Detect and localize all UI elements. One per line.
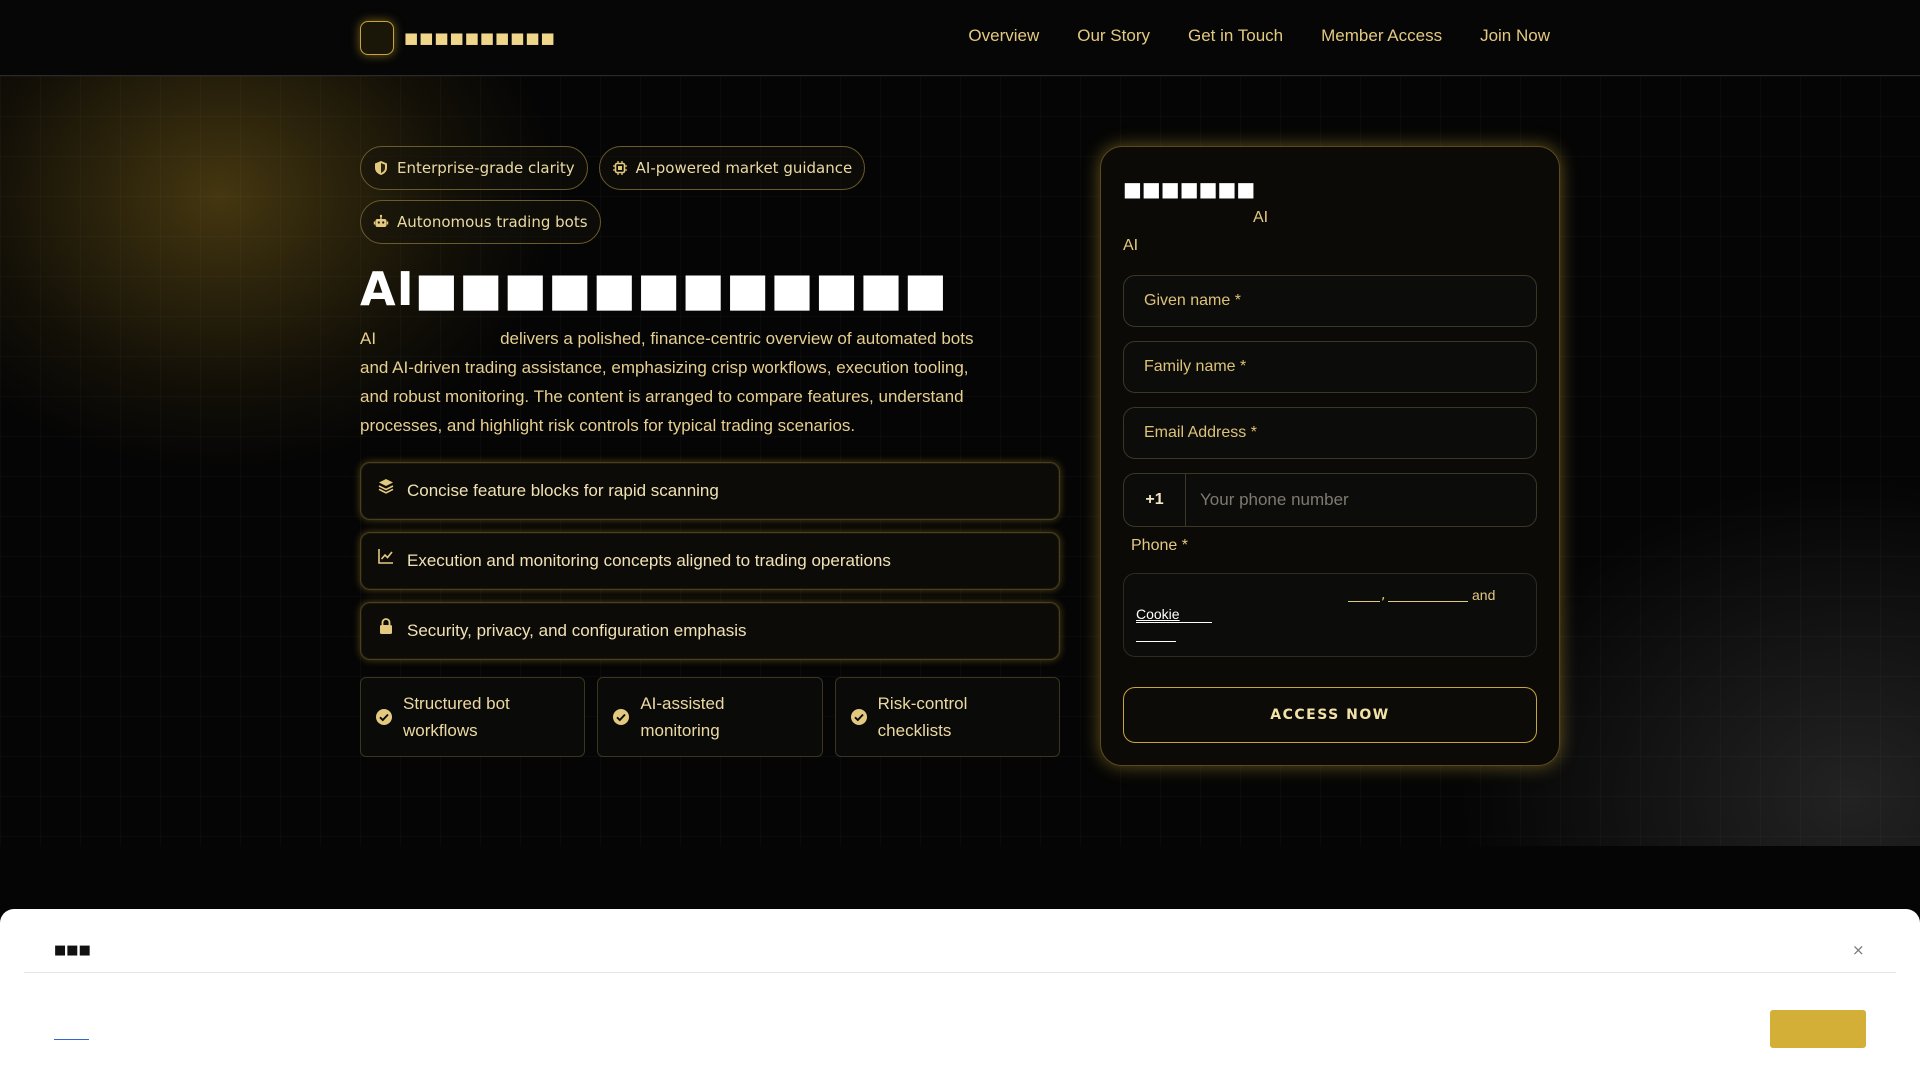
lock-icon bbox=[380, 618, 392, 634]
nav-link-member-access[interactable]: Member Access bbox=[1321, 26, 1442, 46]
card-text: AI-assisted monitoring bbox=[640, 694, 725, 740]
consent-link-cookie[interactable]: Cookie bbox=[1136, 606, 1212, 623]
cookie-divider bbox=[24, 972, 1896, 973]
highlight-card: Risk-control checklists bbox=[834, 677, 1060, 757]
feature-text: Execution and monitoring concepts aligne… bbox=[407, 551, 891, 570]
top-navbar: ■■■■■■■■■■ Overview Our Story Get in Tou… bbox=[0, 0, 1920, 76]
nav-links: Overview Our Story Get in Touch Member A… bbox=[968, 26, 1550, 46]
country-code-selector[interactable]: +1 bbox=[1124, 474, 1186, 526]
consent-link-terms[interactable] bbox=[1348, 601, 1380, 602]
check-circle-icon bbox=[613, 709, 630, 725]
consent-link-policy[interactable] bbox=[1136, 641, 1176, 642]
brand[interactable]: ■■■■■■■■■■ bbox=[360, 21, 556, 55]
signup-panel: ■■■■■■■ AI AI +1 Phone * , and Cookie AC… bbox=[1100, 146, 1560, 766]
highlight-cards: Structured bot workflows AI-assisted mon… bbox=[360, 677, 1060, 757]
given-name-field[interactable] bbox=[1123, 275, 1537, 327]
feature-item: Concise feature blocks for rapid scannin… bbox=[360, 462, 1060, 520]
nav-link-join-now[interactable]: Join Now bbox=[1480, 26, 1550, 46]
line-chart-icon bbox=[378, 549, 393, 564]
feature-text: Security, privacy, and configuration emp… bbox=[407, 621, 747, 640]
intro-prefix: AI bbox=[360, 329, 377, 348]
highlight-card: Structured bot workflows bbox=[360, 677, 586, 757]
family-name-field[interactable] bbox=[1123, 341, 1537, 393]
phone-input[interactable] bbox=[1186, 474, 1536, 526]
check-circle-icon bbox=[850, 709, 867, 725]
cookie-banner: ■■■ × bbox=[0, 909, 1920, 1080]
brand-name: ■■■■■■■■■■ bbox=[404, 29, 556, 47]
brand-logo bbox=[360, 21, 394, 55]
cookie-accept-button[interactable] bbox=[1770, 1010, 1866, 1048]
shield-icon bbox=[375, 161, 387, 175]
card-text: Risk-control checklists bbox=[877, 694, 968, 740]
consent-link-privacy[interactable] bbox=[1388, 601, 1468, 602]
consent-and: and bbox=[1472, 587, 1496, 603]
feature-list: Concise feature blocks for rapid scannin… bbox=[360, 462, 1060, 660]
access-now-button[interactable]: ACCESS NOW bbox=[1123, 687, 1537, 743]
feature-text: Concise feature blocks for rapid scannin… bbox=[407, 481, 719, 500]
check-circle-icon bbox=[376, 709, 392, 725]
pill-trading-bots: Autonomous trading bots bbox=[360, 200, 601, 244]
nav-link-our-story[interactable]: Our Story bbox=[1077, 26, 1150, 46]
phone-label: Phone * bbox=[1131, 537, 1188, 554]
nav-link-get-in-touch[interactable]: Get in Touch bbox=[1188, 26, 1283, 46]
panel-title: ■■■■■■■ bbox=[1123, 177, 1256, 201]
pill-enterprise-clarity: Enterprise-grade clarity bbox=[360, 146, 588, 190]
pill-label: AI-powered market guidance bbox=[635, 159, 853, 177]
consent-box: , and Cookie bbox=[1123, 573, 1537, 657]
feature-item: Execution and monitoring concepts aligne… bbox=[360, 532, 1060, 590]
phone-field-group: +1 bbox=[1123, 473, 1537, 527]
hero-pills: Enterprise-grade clarity AI-powered mark… bbox=[360, 146, 1080, 244]
pill-label: Enterprise-grade clarity bbox=[397, 159, 575, 177]
layers-icon bbox=[378, 479, 394, 494]
consent-comma: , bbox=[1381, 587, 1386, 603]
pill-ai-guidance: AI-powered market guidance bbox=[598, 146, 866, 190]
hero-headline: AI■■■■■■■■■■■■ bbox=[360, 262, 949, 316]
robot-icon bbox=[373, 214, 389, 227]
highlight-card: AI-assisted monitoring bbox=[597, 677, 823, 757]
card-text: Structured bot workflows bbox=[403, 694, 510, 740]
cookie-settings-link[interactable] bbox=[54, 1039, 89, 1040]
chip-icon bbox=[612, 161, 627, 175]
email-field[interactable] bbox=[1123, 407, 1537, 459]
panel-subtitle-line2: AI bbox=[1123, 237, 1139, 254]
pill-label: Autonomous trading bots bbox=[397, 213, 588, 231]
close-icon[interactable]: × bbox=[1852, 941, 1865, 959]
intro-text: delivers a polished, finance-centric ove… bbox=[360, 329, 974, 435]
cookie-banner-title: ■■■ bbox=[54, 943, 91, 958]
panel-subtitle: AI bbox=[1253, 209, 1269, 226]
feature-item: Security, privacy, and configuration emp… bbox=[360, 602, 1060, 660]
hero-intro: AI delivers a polished, finance-centric o… bbox=[360, 324, 1000, 440]
nav-link-overview[interactable]: Overview bbox=[968, 26, 1039, 46]
